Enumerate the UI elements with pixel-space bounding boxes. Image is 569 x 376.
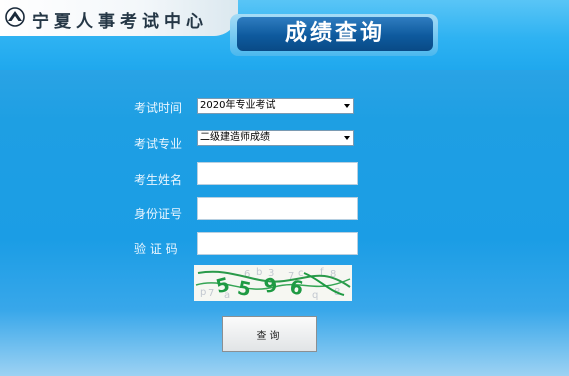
search-button[interactable]: 查询 [222, 316, 317, 352]
svg-text:7: 7 [208, 288, 214, 299]
svg-text:q: q [312, 290, 318, 301]
svg-text:p: p [200, 287, 206, 298]
exam-time-select[interactable]: 2020年专业考试 [197, 98, 354, 114]
exam-major-selected: 二级建造师成绩 [200, 132, 270, 143]
exam-time-label: 考试时间 [134, 101, 183, 115]
dropdown-arrow-icon [344, 104, 350, 108]
mountain-logo-icon [5, 7, 25, 27]
captcha-label: 验 证 码 [134, 242, 178, 256]
name-label: 考生姓名 [134, 173, 183, 187]
captcha-input[interactable] [197, 232, 358, 255]
exam-major-select[interactable]: 二级建造师成绩 [197, 130, 354, 146]
id-number-input[interactable] [197, 197, 358, 220]
exam-time-selected: 2020年专业考试 [200, 100, 276, 111]
page: 宁夏人事考试中心 成绩查询 考试时间 2020年专业考试 考试专业 二级建造师成… [0, 0, 569, 376]
id-number-label: 身份证号 [134, 207, 183, 221]
captcha-image[interactable]: p7 6b3 7cf 8q 8 a 5 5 9 6 [194, 265, 352, 301]
name-input[interactable] [197, 162, 358, 185]
dropdown-arrow-icon [344, 136, 350, 140]
site-name: 宁夏人事考试中心 [32, 12, 208, 32]
page-title: 成绩查询 [237, 17, 433, 51]
site-logo-strip: 宁夏人事考试中心 [0, 0, 238, 36]
exam-major-label: 考试专业 [134, 137, 183, 151]
